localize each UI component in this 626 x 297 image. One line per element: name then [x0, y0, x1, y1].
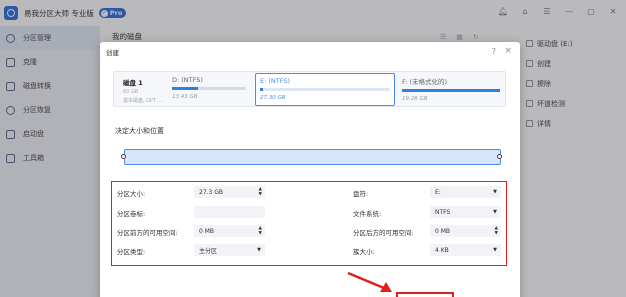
- annotation-arrow-icon: [347, 271, 392, 292]
- confirm-button[interactable]: [396, 292, 454, 297]
